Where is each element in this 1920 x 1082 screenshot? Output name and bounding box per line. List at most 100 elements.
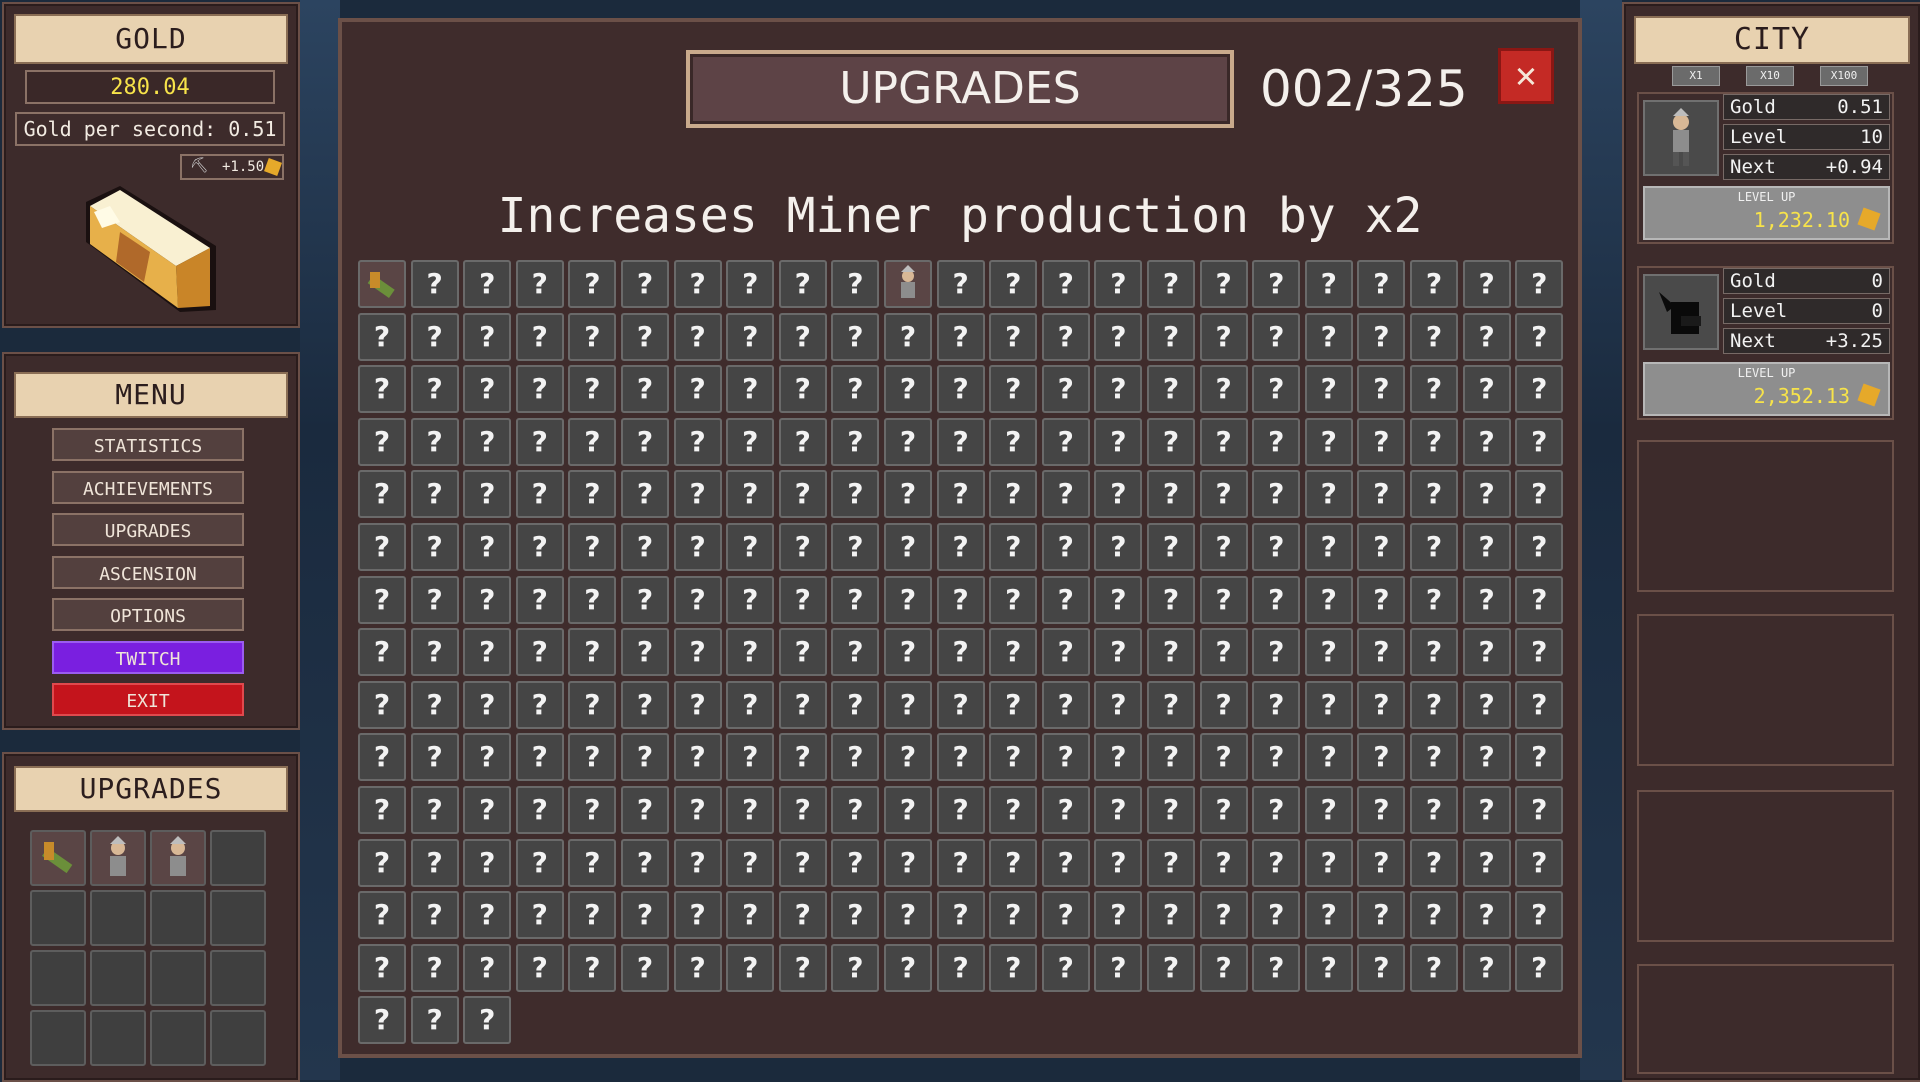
upgrade-cell-unknown[interactable]: ?	[1462, 312, 1511, 361]
upgrade-cell-unknown[interactable]: ?	[1304, 733, 1353, 782]
upgrade-cell-unknown[interactable]: ?	[1515, 891, 1564, 940]
multiplier-x1-button[interactable]: X1	[1672, 66, 1720, 86]
empty-upgrade-slot[interactable]	[30, 1010, 86, 1066]
upgrade-cell-unknown[interactable]: ?	[1410, 733, 1458, 782]
upgrade-cell-unknown[interactable]: ?	[1462, 628, 1511, 677]
upgrade-cell-unknown[interactable]: ?	[1147, 417, 1195, 466]
multiplier-x100-button[interactable]: X100	[1820, 66, 1868, 86]
upgrade-cell-unknown[interactable]: ?	[621, 312, 669, 361]
upgrade-cell-unknown[interactable]: ?	[1515, 786, 1564, 834]
upgrade-cell-unknown[interactable]: ?	[515, 891, 564, 940]
upgrade-cell-unknown[interactable]: ?	[673, 628, 722, 677]
upgrade-cell-unknown[interactable]: ?	[726, 838, 775, 887]
upgrade-cell-unknown[interactable]: ?	[1357, 786, 1406, 834]
upgrade-cell-unknown[interactable]: ?	[1410, 628, 1458, 677]
upgrade-cell-unknown[interactable]: ?	[989, 575, 1038, 624]
upgrade-cell-unknown[interactable]: ?	[884, 575, 932, 624]
upgrade-cell-unknown[interactable]: ?	[1252, 786, 1301, 834]
upgrade-cell-unknown[interactable]: ?	[568, 470, 617, 519]
upgrade-cell-unknown[interactable]: ?	[1410, 680, 1458, 729]
upgrade-cell-unknown[interactable]: ?	[1357, 260, 1406, 308]
upgrade-cell-unknown[interactable]: ?	[515, 575, 564, 624]
upgrade-cell-unknown[interactable]: ?	[621, 575, 669, 624]
statistics-button[interactable]: STATISTICS	[52, 428, 244, 461]
upgrade-cell-unknown[interactable]: ?	[936, 470, 985, 519]
upgrade-cell-unknown[interactable]: ?	[568, 523, 617, 571]
upgrade-cell-unknown[interactable]: ?	[1147, 312, 1195, 361]
upgrade-cell-unknown[interactable]: ?	[778, 417, 827, 466]
upgrade-cell-unknown[interactable]: ?	[1147, 628, 1195, 677]
upgrade-cell-unknown[interactable]: ?	[621, 733, 669, 782]
upgrade-cell-unknown[interactable]: ?	[1304, 628, 1353, 677]
upgrade-cell-unknown[interactable]: ?	[989, 470, 1038, 519]
upgrade-cell-unknown[interactable]: ?	[989, 786, 1038, 834]
upgrade-cell-unknown[interactable]: ?	[1199, 523, 1248, 571]
upgrade-cell-unknown[interactable]: ?	[936, 365, 985, 414]
upgrade-cell-unknown[interactable]: ?	[1041, 786, 1090, 834]
owned-upgrade-slot[interactable]	[150, 830, 206, 886]
upgrade-cell-unknown[interactable]: ?	[989, 943, 1038, 992]
upgrade-cell-unknown[interactable]: ?	[568, 786, 617, 834]
upgrade-cell-unknown[interactable]: ?	[673, 838, 722, 887]
upgrade-cell-unknown[interactable]: ?	[1094, 260, 1143, 308]
upgrade-cell-unknown[interactable]: ?	[515, 680, 564, 729]
upgrade-cell-unknown[interactable]: ?	[621, 680, 669, 729]
upgrade-cell-unknown[interactable]: ?	[989, 417, 1038, 466]
upgrade-cell-unknown[interactable]: ?	[515, 943, 564, 992]
upgrade-cell-unknown[interactable]: ?	[1357, 575, 1406, 624]
upgrade-cell-unknown[interactable]: ?	[1515, 680, 1564, 729]
upgrade-cell-unknown[interactable]: ?	[1304, 365, 1353, 414]
upgrade-cell-unknown[interactable]: ?	[1199, 575, 1248, 624]
upgrade-cell-owned[interactable]	[358, 260, 406, 308]
upgrade-cell-unknown[interactable]: ?	[1410, 838, 1458, 887]
upgrade-cell-unknown[interactable]: ?	[884, 312, 932, 361]
upgrade-cell-unknown[interactable]: ?	[1462, 575, 1511, 624]
upgrade-cell-unknown[interactable]: ?	[778, 680, 827, 729]
upgrade-cell-unknown[interactable]: ?	[1252, 417, 1301, 466]
upgrade-cell-unknown[interactable]: ?	[673, 943, 722, 992]
upgrade-cell-unknown[interactable]: ?	[726, 575, 775, 624]
building-1-level-up-button[interactable]: LEVEL UP 1,232.10	[1643, 186, 1890, 240]
upgrade-cell-unknown[interactable]: ?	[778, 628, 827, 677]
upgrade-cell-unknown[interactable]: ?	[1462, 470, 1511, 519]
upgrade-cell-unknown[interactable]: ?	[884, 470, 932, 519]
upgrade-cell-unknown[interactable]: ?	[1199, 312, 1248, 361]
upgrade-cell-unknown[interactable]: ?	[1252, 733, 1301, 782]
upgrade-cell-unknown[interactable]: ?	[621, 628, 669, 677]
upgrade-cell-unknown[interactable]: ?	[1147, 891, 1195, 940]
upgrade-cell-unknown[interactable]: ?	[463, 365, 512, 414]
upgrade-cell-unknown[interactable]: ?	[726, 417, 775, 466]
upgrade-cell-unknown[interactable]: ?	[515, 523, 564, 571]
upgrade-cell-unknown[interactable]: ?	[884, 786, 932, 834]
upgrade-cell-unknown[interactable]: ?	[936, 417, 985, 466]
upgrade-cell-unknown[interactable]: ?	[358, 312, 406, 361]
upgrade-cell-unknown[interactable]: ?	[358, 733, 406, 782]
upgrade-cell-unknown[interactable]: ?	[1252, 838, 1301, 887]
upgrade-cell-unknown[interactable]: ?	[358, 365, 406, 414]
upgrade-cell-unknown[interactable]: ?	[1041, 628, 1090, 677]
upgrade-cell-unknown[interactable]: ?	[673, 365, 722, 414]
upgrade-cell-unknown[interactable]: ?	[989, 680, 1038, 729]
upgrade-cell-unknown[interactable]: ?	[410, 996, 459, 1045]
upgrade-cell-unknown[interactable]: ?	[621, 417, 669, 466]
upgrade-cell-unknown[interactable]: ?	[410, 838, 459, 887]
upgrade-cell-unknown[interactable]: ?	[831, 943, 880, 992]
upgrade-cell-unknown[interactable]: ?	[1252, 365, 1301, 414]
upgrade-cell-unknown[interactable]: ?	[1199, 365, 1248, 414]
empty-upgrade-slot[interactable]	[210, 890, 266, 946]
upgrade-cell-unknown[interactable]: ?	[515, 733, 564, 782]
upgrade-cell-unknown[interactable]: ?	[1252, 523, 1301, 571]
empty-upgrade-slot[interactable]	[90, 890, 146, 946]
upgrade-cell-unknown[interactable]: ?	[463, 260, 512, 308]
upgrade-cell-unknown[interactable]: ?	[410, 523, 459, 571]
upgrade-cell-unknown[interactable]: ?	[989, 312, 1038, 361]
upgrade-cell-unknown[interactable]: ?	[1304, 680, 1353, 729]
upgrade-cell-unknown[interactable]: ?	[726, 470, 775, 519]
upgrade-cell-unknown[interactable]: ?	[936, 733, 985, 782]
upgrade-cell-unknown[interactable]: ?	[1410, 891, 1458, 940]
empty-upgrade-slot[interactable]	[210, 830, 266, 886]
upgrade-cell-unknown[interactable]: ?	[1462, 523, 1511, 571]
upgrade-cell-unknown[interactable]: ?	[463, 417, 512, 466]
upgrade-cell-unknown[interactable]: ?	[936, 891, 985, 940]
upgrade-cell-unknown[interactable]: ?	[1357, 523, 1406, 571]
